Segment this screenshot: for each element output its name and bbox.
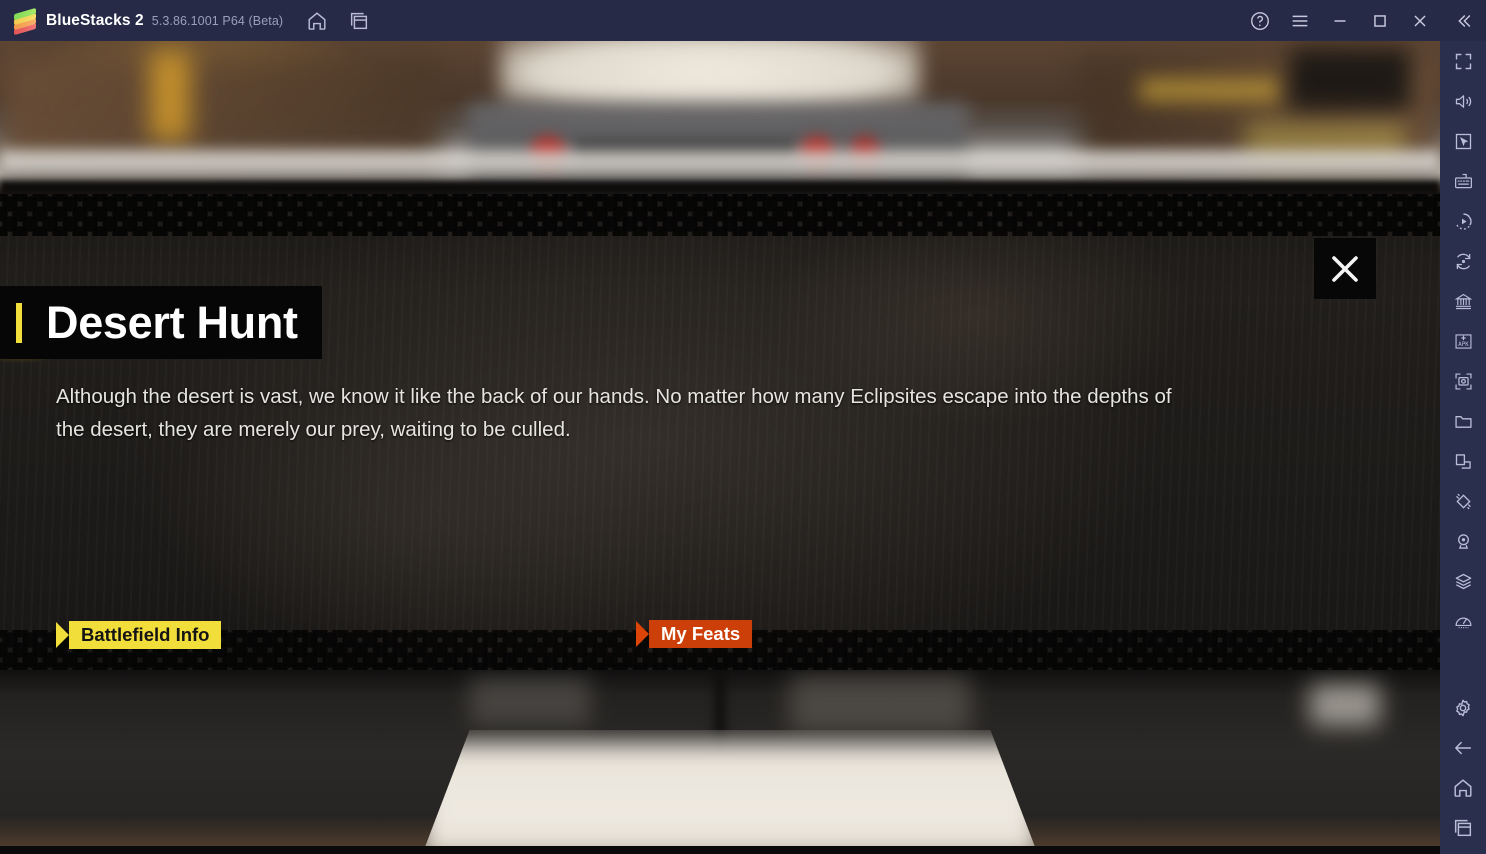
install-apk-icon[interactable]: APK <box>1440 321 1486 361</box>
help-icon[interactable] <box>1240 0 1280 41</box>
modal-description: Although the desert is vast, we know it … <box>56 385 1172 441</box>
background-bottom-blurred <box>0 670 1440 854</box>
home-icon[interactable] <box>1440 768 1486 808</box>
maximize-icon[interactable] <box>1360 0 1400 41</box>
media-folder-icon[interactable] <box>1440 401 1486 441</box>
my-feats-heading: My Feats <box>636 620 753 648</box>
arrow-marker-icon <box>56 622 69 648</box>
cursor-frame-icon[interactable] <box>1440 121 1486 161</box>
performance-gauge-icon[interactable] <box>1440 601 1486 641</box>
fullscreen-icon[interactable] <box>1440 41 1486 81</box>
app-title: BlueStacks 2 <box>46 11 144 29</box>
shake-icon[interactable] <box>1440 481 1486 521</box>
settings-gear-icon[interactable] <box>1440 688 1486 728</box>
page-title-plate: Desert Hunt <box>0 286 322 359</box>
layers-icon[interactable] <box>1440 561 1486 601</box>
volume-icon[interactable] <box>1440 81 1486 121</box>
multi-instance-icon[interactable] <box>347 9 371 33</box>
battlefield-info-heading: Battlefield Info <box>56 621 222 649</box>
svg-text:APK: APK <box>1458 341 1469 347</box>
arrow-marker-icon <box>636 621 649 647</box>
rotate-icon[interactable] <box>1440 241 1486 281</box>
multi-instance-sync-icon[interactable] <box>1440 281 1486 321</box>
menu-icon[interactable] <box>1280 0 1320 41</box>
location-icon[interactable] <box>1440 521 1486 561</box>
recent-apps-icon[interactable] <box>1440 808 1486 848</box>
collapse-sidebar-icon[interactable] <box>1440 0 1486 41</box>
bluestacks-sidebar: APK <box>1440 0 1486 854</box>
home-icon[interactable] <box>305 9 329 33</box>
screenshot-icon[interactable] <box>1440 361 1486 401</box>
title-accent-bar <box>16 302 22 343</box>
bluestacks-logo-icon <box>14 7 36 35</box>
window-titlebar: BlueStacks 2 5.3.86.1001 P64 (Beta) <box>0 0 1440 41</box>
my-feats-label: My Feats <box>649 620 753 648</box>
window-controls <box>1240 0 1440 41</box>
desert-hunt-modal: Desert Hunt Although the desert is vast,… <box>0 194 1440 670</box>
screen-share-icon[interactable] <box>1440 441 1486 481</box>
page-title: Desert Hunt <box>46 296 298 348</box>
macro-play-icon[interactable] <box>1440 201 1486 241</box>
game-viewport[interactable]: Desert Hunt Although the desert is vast,… <box>0 41 1440 854</box>
titlebar-nav-icons <box>305 9 371 33</box>
background-top-blurred <box>0 41 1440 195</box>
back-arrow-icon[interactable] <box>1440 728 1486 768</box>
mesh-pattern-top <box>0 194 1440 236</box>
modal-close-button[interactable] <box>1314 238 1376 299</box>
battlefield-info-label: Battlefield Info <box>69 621 222 649</box>
minimize-icon[interactable] <box>1320 0 1360 41</box>
keyboard-icon[interactable] <box>1440 161 1486 201</box>
app-version: 5.3.86.1001 P64 (Beta) <box>151 13 284 28</box>
close-icon[interactable] <box>1400 0 1440 41</box>
